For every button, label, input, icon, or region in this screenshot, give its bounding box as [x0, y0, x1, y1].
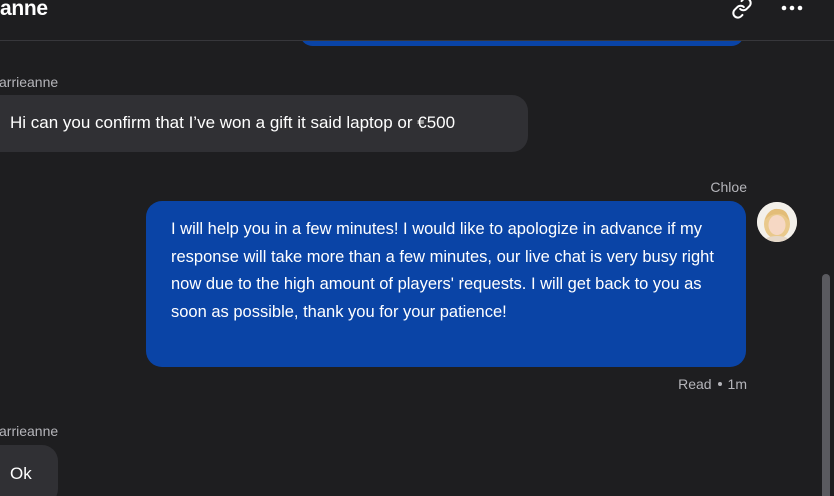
message-sender: arrieanne: [0, 74, 59, 90]
agent-avatar: [757, 202, 797, 242]
copy-link-button[interactable]: [727, 0, 757, 22]
separator-dot: [717, 382, 722, 387]
more-horizontal-icon: [781, 5, 803, 11]
agent-avatar-image: [757, 202, 797, 242]
agent-message-bubble: I will help you in a few minutes! I woul…: [146, 201, 746, 367]
read-status: Read: [678, 376, 712, 392]
previous-agent-message-bubble: [300, 41, 744, 46]
link-icon: [732, 0, 752, 19]
message-time: 1m: [727, 376, 747, 392]
chat-window: anne arrieanne Hi can you confirm that I…: [0, 0, 834, 496]
message-text: I will help you in a few minutes! I woul…: [171, 220, 714, 321]
scrollbar-thumb[interactable]: [822, 274, 830, 496]
message-sender: Chloe: [710, 179, 747, 195]
message-text: Hi can you confirm that I’ve won a gift …: [10, 113, 456, 132]
message-status: Read 1m: [678, 376, 747, 392]
more-options-button[interactable]: [777, 0, 807, 22]
user-message-bubble: Ok: [0, 445, 58, 496]
message-sender: arrieanne: [0, 423, 59, 439]
chat-header: anne: [0, 0, 834, 41]
message-text: Ok: [10, 464, 32, 483]
message-list[interactable]: arrieanne Hi can you confirm that I’ve w…: [0, 41, 834, 496]
user-message-bubble: Hi can you confirm that I’ve won a gift …: [0, 95, 528, 152]
chat-title: anne: [0, 0, 48, 20]
